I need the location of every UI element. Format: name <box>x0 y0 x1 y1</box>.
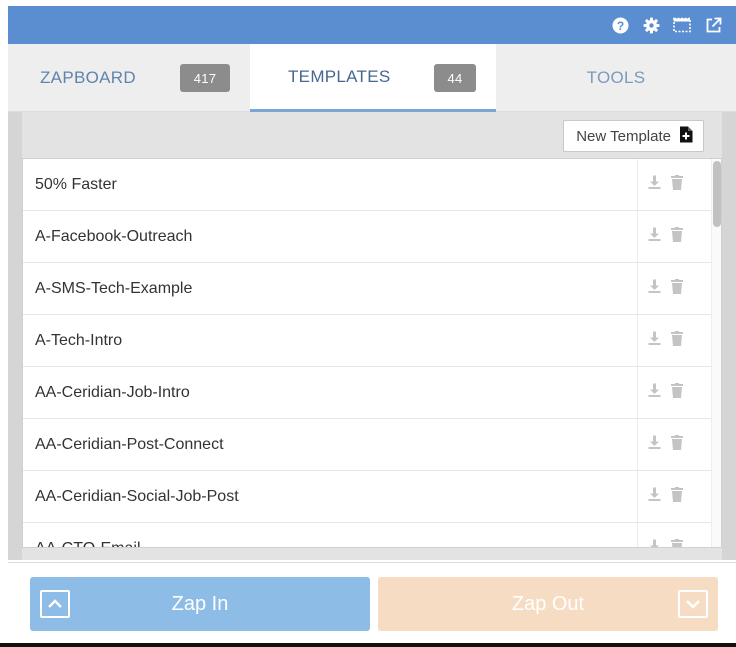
template-name[interactable]: AA-Ceridian-Post-Connect <box>23 436 637 454</box>
zapboard-count-badge: 417 <box>180 64 230 92</box>
template-name[interactable]: A-Tech-Intro <box>23 332 637 350</box>
zap-out-label: Zap Out <box>511 592 585 615</box>
new-file-icon <box>679 126 693 147</box>
trash-icon[interactable] <box>671 174 683 195</box>
template-name[interactable]: AA-CTO-Email <box>23 540 637 548</box>
row-actions <box>637 471 711 522</box>
tab-templates[interactable]: TEMPLATES 44 <box>250 44 496 112</box>
templates-panel: New Template 50% Faster A-Facebook-Outre… <box>8 112 736 560</box>
template-name[interactable]: 50% Faster <box>23 176 637 194</box>
external-link-icon[interactable] <box>704 16 722 34</box>
row-actions <box>637 211 711 262</box>
trash-icon[interactable] <box>671 538 683 547</box>
row-actions <box>637 419 711 470</box>
trash-icon[interactable] <box>671 330 683 351</box>
chevron-up-icon[interactable] <box>40 590 70 618</box>
trash-icon[interactable] <box>671 486 683 507</box>
trash-icon[interactable] <box>671 434 683 455</box>
template-name[interactable]: A-SMS-Tech-Example <box>23 280 637 298</box>
template-row[interactable]: AA-Ceridian-Social-Job-Post <box>23 471 721 523</box>
template-name[interactable]: AA-Ceridian-Social-Job-Post <box>23 488 637 506</box>
download-icon[interactable] <box>648 435 661 455</box>
template-row[interactable]: AA-Ceridian-Job-Intro <box>23 367 721 419</box>
template-name[interactable]: A-Facebook-Outreach <box>23 228 637 246</box>
list-scrollbar[interactable] <box>711 159 721 547</box>
trash-icon[interactable] <box>671 278 683 299</box>
tab-zapboard-label: ZAPBOARD <box>40 68 136 87</box>
zap-in-button[interactable]: Zap In <box>30 577 370 631</box>
download-icon[interactable] <box>648 487 661 507</box>
tab-templates-label: TEMPLATES <box>288 66 391 86</box>
template-row[interactable]: A-SMS-Tech-Example <box>23 263 721 315</box>
download-icon[interactable] <box>648 175 661 195</box>
row-actions <box>637 159 711 210</box>
download-icon[interactable] <box>648 383 661 403</box>
zap-out-button[interactable]: Zap Out <box>378 577 718 631</box>
new-template-label: New Template <box>576 127 671 145</box>
template-name[interactable]: AA-Ceridian-Job-Intro <box>23 384 637 402</box>
download-icon[interactable] <box>648 227 661 247</box>
row-actions <box>637 263 711 314</box>
template-row[interactable]: 50% Faster <box>23 159 721 211</box>
tab-bar: ZAPBOARD 417 TEMPLATES 44 TOOLS <box>8 44 736 112</box>
row-actions <box>637 367 711 418</box>
templates-count-badge: 44 <box>434 64 476 92</box>
fullscreen-icon[interactable] <box>673 16 691 34</box>
trash-icon[interactable] <box>671 382 683 403</box>
gear-icon[interactable] <box>642 16 660 34</box>
template-row[interactable]: A-Facebook-Outreach <box>23 211 721 263</box>
tab-zapboard[interactable]: ZAPBOARD 417 <box>8 44 250 112</box>
tab-tools-label: TOOLS <box>586 68 646 87</box>
template-row[interactable]: A-Tech-Intro <box>23 315 721 367</box>
top-bar: ? <box>8 6 736 44</box>
download-icon[interactable] <box>648 539 661 547</box>
svg-text:?: ? <box>616 19 623 33</box>
action-bar: Zap In Zap Out <box>8 562 736 642</box>
row-actions <box>637 315 711 366</box>
help-icon[interactable]: ? <box>611 16 629 34</box>
template-row[interactable]: AA-Ceridian-Post-Connect <box>23 419 721 471</box>
download-icon[interactable] <box>648 279 661 299</box>
zap-in-label: Zap In <box>171 592 229 615</box>
new-template-button[interactable]: New Template <box>563 120 704 152</box>
download-icon[interactable] <box>648 331 661 351</box>
tab-tools[interactable]: TOOLS <box>496 44 736 112</box>
trash-icon[interactable] <box>671 226 683 247</box>
template-row[interactable]: AA-CTO-Email <box>23 523 721 548</box>
chevron-down-icon[interactable] <box>678 590 708 618</box>
template-list[interactable]: 50% Faster A-Facebook-Outreach A-SMS-Tec… <box>22 158 722 548</box>
scrollbar-thumb[interactable] <box>713 161 721 227</box>
row-actions <box>637 523 711 547</box>
window-bottom-edge <box>0 643 736 647</box>
